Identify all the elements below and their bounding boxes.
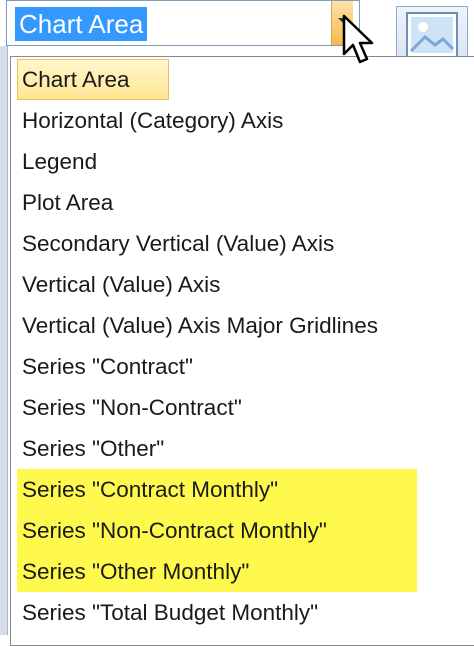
- dropdown-item-horizontal-category-axis[interactable]: Horizontal (Category) Axis: [17, 100, 471, 141]
- dropdown-item-vertical-value-axis[interactable]: Vertical (Value) Axis: [17, 264, 471, 305]
- picture-icon: [406, 12, 458, 58]
- dropdown-item-series-non-contract-monthly[interactable]: Series "Non-Contract Monthly": [17, 510, 417, 551]
- chart-elements-combo[interactable]: Chart Area: [6, 0, 360, 46]
- dropdown-item-vertical-value-axis-major-gridlines[interactable]: Vertical (Value) Axis Major Gridlines: [17, 305, 471, 346]
- dropdown-item-series-other[interactable]: Series "Other": [17, 428, 471, 469]
- dropdown-item-series-non-contract[interactable]: Series "Non-Contract": [17, 387, 471, 428]
- dropdown-item-series-contract[interactable]: Series "Contract": [17, 346, 471, 387]
- dropdown-item-series-total-budget-monthly[interactable]: Series "Total Budget Monthly": [17, 592, 471, 633]
- left-panel-edge: [0, 46, 8, 635]
- dropdown-item-chart-area[interactable]: Chart Area: [17, 59, 169, 100]
- dropdown-item-legend[interactable]: Legend: [17, 141, 471, 182]
- combo-value[interactable]: Chart Area: [15, 7, 148, 41]
- dropdown-item-series-contract-monthly[interactable]: Series "Contract Monthly": [17, 469, 417, 510]
- chart-elements-dropdown: Chart Area Horizontal (Category) Axis Le…: [10, 56, 474, 646]
- dropdown-item-series-other-monthly[interactable]: Series "Other Monthly": [17, 551, 417, 592]
- mouse-cursor-icon: [342, 14, 374, 64]
- dropdown-item-plot-area[interactable]: Plot Area: [17, 182, 471, 223]
- dropdown-item-secondary-vertical-value-axis[interactable]: Secondary Vertical (Value) Axis: [17, 223, 471, 264]
